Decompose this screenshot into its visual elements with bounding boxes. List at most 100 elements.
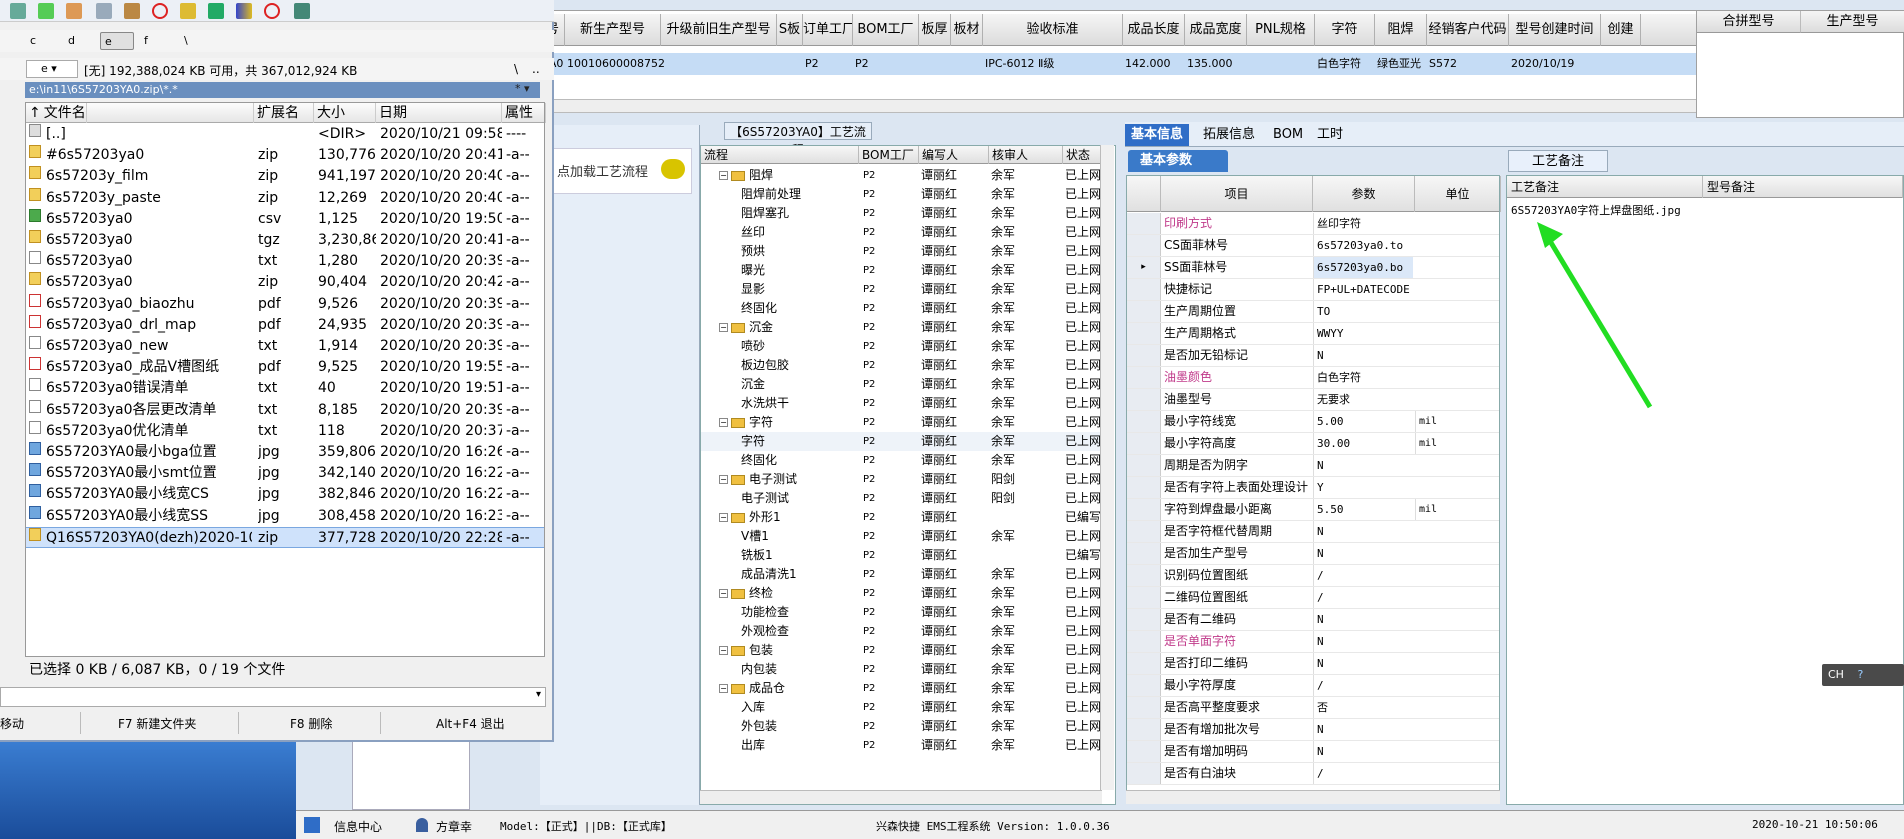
product-grid-cell-16[interactable] (1603, 53, 1641, 75)
file-row[interactable]: 6S57203YA0最小线宽SS jpg 308,458 2020/10/20 16:… (26, 505, 544, 527)
file-row[interactable]: [..] <DIR> 2020/10/21 09:58 ---- (26, 124, 544, 145)
process-row[interactable]: 外观检查 P2 谭丽红 余军 已上网 (701, 622, 1101, 641)
product-grid-cell-14[interactable]: S572 (1429, 53, 1509, 75)
product-grid-cell-9[interactable]: 142.000 (1125, 53, 1185, 75)
col-status[interactable]: 状态 (1063, 146, 1103, 164)
param-row[interactable]: 印刷方式 丝印字符 (1127, 213, 1499, 235)
root-button[interactable]: \ (514, 62, 518, 76)
fkey-exit[interactable]: Alt+F4 退出 (436, 715, 505, 732)
toolbar-icon-5[interactable] (124, 3, 140, 19)
product-grid-col-10[interactable]: 成品宽度 (1185, 14, 1247, 46)
cmdline-dropdown-icon[interactable]: ▾ (536, 689, 541, 700)
row-indicator[interactable]: ▸ (1127, 257, 1161, 278)
row-indicator[interactable] (1127, 697, 1161, 718)
fkey-newfolder[interactable]: F7 新建文件夹 (118, 715, 196, 732)
basic-params-tab[interactable]: 基本参数 (1128, 150, 1228, 172)
row-indicator[interactable] (1127, 521, 1161, 542)
row-indicator[interactable] (1127, 499, 1161, 520)
command-line-input[interactable]: ▾ (0, 687, 546, 707)
product-grid-cell-10[interactable]: 135.000 (1187, 53, 1247, 75)
drive-network[interactable]: \ (180, 32, 192, 50)
toolbar-icon-11[interactable] (294, 3, 310, 19)
process-row[interactable]: − 字符 P2 谭丽红 余军 已上网 (701, 413, 1101, 432)
param-row[interactable]: 最小字符厚度 / (1127, 675, 1499, 697)
row-indicator[interactable] (1127, 741, 1161, 762)
row-indicator[interactable] (1127, 719, 1161, 740)
product-grid-cell-2[interactable] (663, 53, 777, 75)
row-indicator[interactable] (1127, 675, 1161, 696)
product-grid-col-9[interactable]: 成品长度 (1123, 14, 1185, 46)
file-row[interactable]: 6s57203ya0错误清单 txt 40 2020/10/20 19:51 -a-- (26, 378, 544, 399)
help-icon[interactable]: ? (1857, 668, 1863, 681)
drive-select[interactable]: e ▾ (26, 60, 78, 78)
process-row[interactable]: 水洗烘干 P2 谭丽红 余军 已上网 (701, 394, 1101, 413)
product-grid-col-5[interactable]: BOM工厂 (853, 14, 919, 46)
toolbar-icon-8[interactable] (208, 3, 224, 19)
product-grid-cell-1[interactable]: 10010600008752 (567, 53, 665, 75)
product-grid-cell-5[interactable]: P2 (855, 53, 919, 75)
row-indicator[interactable] (1127, 323, 1161, 344)
file-row[interactable]: 6s57203y_paste zip 12,269 2020/10/20 20:40-… (26, 187, 544, 209)
process-row[interactable]: 板边包胶 P2 谭丽红 余军 已上网 (701, 356, 1101, 375)
product-grid-col-11[interactable]: PNL规格 (1247, 14, 1315, 46)
row-indicator[interactable] (1127, 345, 1161, 366)
row-indicator[interactable] (1127, 455, 1161, 476)
product-grid-row[interactable]: YA010010600008752P2P2IPC-6012 Ⅱ级142.0001… (541, 53, 1697, 75)
file-list[interactable]: ↑ 文件名 扩展名 大小 日期 属性 [..] <DIR> 2020/10/21 09… (25, 102, 546, 657)
process-row[interactable]: 电子测试 P2 谭丽红 阳剑 已上网 (701, 489, 1101, 508)
expand-toggle-icon[interactable]: − (719, 646, 728, 655)
info-center-link[interactable]: 信息中心 (334, 818, 382, 835)
param-row[interactable]: 是否有字符上表面处理设计 Y (1127, 477, 1499, 499)
row-indicator[interactable] (1127, 565, 1161, 586)
row-indicator[interactable] (1127, 477, 1161, 498)
basic-params-hscrollbar[interactable] (1126, 790, 1500, 804)
col-item[interactable]: 项目 (1161, 176, 1313, 212)
col-bom-factory[interactable]: BOM工厂 (859, 146, 919, 164)
col-process-note[interactable]: 工艺备注 (1507, 176, 1703, 198)
col-model-note[interactable]: 型号备注 (1703, 176, 1903, 198)
param-value[interactable]: N (1313, 741, 1413, 762)
col-writer[interactable]: 编写人 (919, 146, 989, 164)
toolbar-icon-3[interactable] (66, 3, 82, 19)
drive-e[interactable]: e (100, 32, 134, 50)
expand-toggle-icon[interactable]: − (719, 323, 728, 332)
row-indicator[interactable] (1127, 433, 1161, 454)
row-indicator[interactable] (1127, 213, 1161, 234)
file-row[interactable]: #6s57203ya0 zip 130,776 2020/10/20 20:41 -a-… (26, 145, 544, 166)
product-grid-cell-8[interactable]: IPC-6012 Ⅱ级 (985, 53, 1123, 75)
param-value[interactable]: / (1313, 565, 1413, 586)
load-process-box[interactable]: 点加载工艺流程 (550, 148, 692, 194)
param-value[interactable]: 5.50 (1313, 499, 1413, 520)
col-auditor[interactable]: 核审人 (989, 146, 1063, 164)
process-row[interactable]: 终固化 P2 谭丽红 余军 已上网 (701, 451, 1101, 470)
expand-toggle-icon[interactable]: − (719, 513, 728, 522)
param-value[interactable]: N (1313, 653, 1413, 674)
product-grid-col-7[interactable]: 板材 (951, 14, 983, 46)
fkey-move[interactable]: 移动 (0, 715, 24, 732)
param-value[interactable]: / (1313, 587, 1413, 608)
param-value[interactable]: N (1313, 521, 1413, 542)
process-row[interactable]: 沉金 P2 谭丽红 余军 已上网 (701, 375, 1101, 394)
param-value[interactable]: Y (1313, 477, 1413, 498)
process-row[interactable]: 入库 P2 谭丽红 余军 已上网 (701, 698, 1101, 717)
process-row[interactable]: 预烘 P2 谭丽红 余军 已上网 (701, 242, 1101, 261)
param-value[interactable]: 否 (1313, 697, 1413, 718)
process-tree[interactable]: 流程 BOM工厂 编写人 核审人 状态 − 阻焊 P2 谭丽红 余军 已上网 阻焊前处理 P2… (700, 145, 1116, 805)
file-row[interactable]: 6s57203ya0_成品V槽图纸 pdf 9,525 2020/10/20 19:5… (26, 357, 544, 378)
param-row[interactable]: 是否字符框代替周期 N (1127, 521, 1499, 543)
param-row[interactable]: 是否高平整度要求 否 (1127, 697, 1499, 719)
param-row[interactable]: 油墨颜色 白色字符 (1127, 367, 1499, 389)
process-row[interactable]: − 阻焊 P2 谭丽红 余军 已上网 (701, 166, 1101, 185)
product-grid-hscrollbar[interactable] (540, 99, 1700, 113)
row-indicator[interactable] (1127, 367, 1161, 388)
row-indicator[interactable] (1127, 653, 1161, 674)
file-row[interactable]: 6s57203ya0 tgz 3,230,8652020/10/20 20:41-a… (26, 230, 544, 251)
process-row[interactable]: − 终检 P2 谭丽红 余军 已上网 (701, 584, 1101, 603)
col-size[interactable]: 大小 (314, 103, 376, 123)
row-indicator[interactable] (1127, 301, 1161, 322)
product-grid-col-12[interactable]: 字符 (1315, 14, 1375, 46)
file-row[interactable]: 6s57203ya0各层更改清单 txt 8,185 2020/10/20 20:39… (26, 399, 544, 421)
row-indicator[interactable] (1127, 235, 1161, 256)
param-row[interactable]: 油墨型号 无要求 (1127, 389, 1499, 411)
process-row[interactable]: − 成品仓 P2 谭丽红 余军 已上网 (701, 679, 1101, 698)
